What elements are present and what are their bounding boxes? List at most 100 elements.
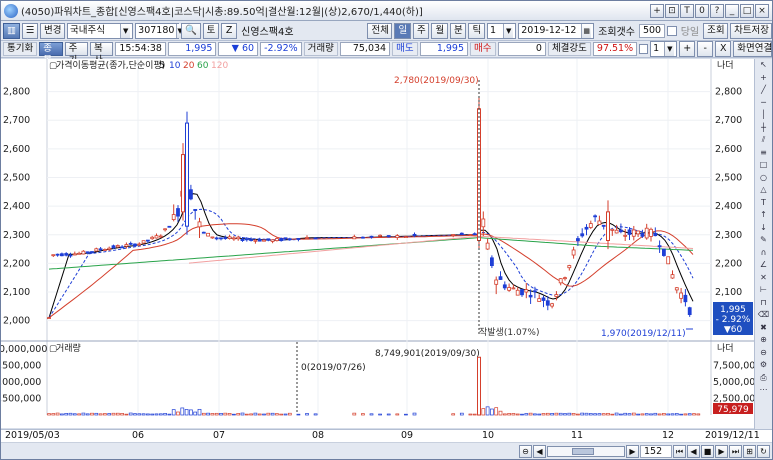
volume-bar-peak [477, 356, 481, 416]
date-input[interactable]: 2019-12-12 ▦ [518, 22, 595, 39]
eraser-icon[interactable]: ⌫ [757, 309, 771, 322]
zoom-out-icon[interactable]: ⊖ [519, 444, 532, 458]
add-icon[interactable]: + [679, 41, 696, 57]
text-icon[interactable]: T [757, 197, 771, 210]
play-back-icon[interactable]: ◀ [687, 444, 700, 458]
candle-body [541, 297, 546, 301]
tab-copy[interactable]: 복사 [89, 42, 114, 66]
screen-link-button[interactable]: 화면연결 [733, 41, 772, 57]
gann-icon[interactable]: ✕ [757, 272, 771, 285]
volume-bar [150, 413, 155, 416]
page-checkbox[interactable] [639, 44, 649, 54]
candle-body [111, 245, 116, 249]
candle-spike-body [185, 122, 189, 227]
magnet-icon[interactable]: ∩ [757, 247, 771, 260]
period-minute-button[interactable]: 분 [449, 22, 467, 39]
lock-icon[interactable]: ⊓ [757, 297, 771, 310]
cursor-icon[interactable]: ↖ [757, 59, 771, 72]
last-icon[interactable]: ⏭ [729, 444, 742, 458]
remove-icon[interactable]: - [697, 41, 714, 57]
scroll-right-icon[interactable]: ▶ [626, 444, 639, 458]
vertical-line-icon[interactable]: │ [757, 109, 771, 122]
search-code-button[interactable]: 🔍 [181, 22, 201, 39]
scroll-left-icon[interactable]: ◀ [533, 444, 546, 458]
sync-icon[interactable]: ⊡ [665, 4, 679, 18]
candle-body [610, 228, 615, 231]
layout-icon[interactable]: ▥ [3, 22, 20, 39]
candle-body [683, 294, 688, 303]
period-tick-button[interactable]: 틱 [468, 22, 485, 39]
help-icon[interactable]: ? [710, 4, 724, 18]
maximize-icon[interactable]: □ [740, 4, 754, 18]
close-screen-button[interactable]: X [715, 41, 732, 57]
cross-line-icon[interactable]: ┼ [757, 122, 771, 135]
fibonacci-icon[interactable]: ≡ [757, 147, 771, 160]
period-all-button[interactable]: 전체 [367, 22, 393, 39]
volume-bar [361, 413, 365, 416]
ruler-icon[interactable]: ⊢ [757, 284, 771, 297]
candle-body [627, 229, 632, 235]
zoom-fit-icon[interactable]: ⊞ [743, 444, 756, 458]
volume-bar [584, 412, 589, 416]
first-icon[interactable]: ⏮ [673, 444, 686, 458]
refresh-icon[interactable]: ↻ [757, 444, 770, 458]
period-week-button[interactable]: 주 [412, 22, 430, 39]
volume-bar [111, 412, 116, 416]
stock-name: 신영스팩4호 [241, 27, 294, 38]
period-day-button[interactable]: 일 [394, 22, 411, 39]
code-input[interactable]: 307180 ▼ [135, 22, 183, 39]
page-select[interactable]: 1 ▼ [650, 41, 678, 57]
btn-a[interactable]: 토 [202, 22, 220, 39]
tab-stock[interactable]: 종목 [39, 42, 63, 66]
rectangle-icon[interactable]: □ [757, 159, 771, 172]
today-checkbox[interactable] [666, 25, 677, 36]
btn-b[interactable]: Z [221, 22, 238, 39]
count-input[interactable]: 500 [638, 23, 665, 38]
arrow-up-icon[interactable]: ↑ [757, 209, 771, 222]
tab-period[interactable]: 주기 [64, 42, 88, 66]
arrow-down-icon[interactable]: ↓ [757, 222, 771, 235]
menu-icon[interactable]: ☰ [21, 22, 38, 39]
chart-area[interactable]: ▢ 가격이동평균(종가,단순이평) 5 10 20 60 120 나더 2,80… [0, 59, 772, 428]
window-controls: + ⊡ T 0 ? _ □ × [650, 4, 769, 18]
minimize-icon[interactable]: _ [725, 4, 739, 18]
price-tick-right: 2,600 [715, 144, 742, 155]
zoom-in-icon[interactable]: ⊕ [757, 334, 771, 347]
print-icon[interactable]: ⎙ [757, 372, 771, 385]
angle-icon[interactable]: ∠ [757, 259, 771, 272]
channel-icon[interactable]: ⫽ [757, 134, 771, 147]
crosshair-icon[interactable]: + [757, 72, 771, 85]
trend-line-icon[interactable]: ╱ [757, 84, 771, 97]
triangle-icon[interactable]: △ [757, 184, 771, 197]
more-icon[interactable]: ⋯ [757, 384, 771, 397]
market-select[interactable]: 국내주식 ▼ [66, 22, 134, 39]
pencil-icon[interactable]: ✎ [757, 234, 771, 247]
candle-body [262, 239, 266, 242]
candle-body [554, 294, 559, 298]
toggle-icon[interactable]: T [680, 4, 694, 18]
candle-body [210, 236, 215, 239]
circle-icon[interactable]: ○ [757, 172, 771, 185]
candle-body [98, 248, 103, 251]
close-icon[interactable]: × [755, 4, 769, 18]
settings-icon[interactable]: ⚙ [757, 359, 771, 372]
scroll-thumb[interactable] [572, 447, 594, 455]
search-button[interactable]: 조회 [703, 22, 729, 39]
bid-label: 매수 [470, 42, 496, 56]
delete-icon[interactable]: ✖ [757, 322, 771, 335]
zoom-value-input[interactable]: 152 [640, 444, 672, 458]
period-month-button[interactable]: 월 [431, 22, 448, 39]
stop-icon[interactable]: ■ [701, 444, 714, 458]
play-icon[interactable]: ▶ [715, 444, 728, 458]
link-icon[interactable]: + [650, 4, 664, 18]
x-label-jun: 06 [132, 430, 145, 441]
mode-button[interactable]: 변경 [40, 22, 65, 39]
save-chart-button[interactable]: 차트저장 [730, 22, 773, 39]
horizontal-line-icon[interactable]: ─ [757, 97, 771, 110]
chart-scrollbar[interactable] [547, 445, 625, 457]
period-value-select[interactable]: 1 ▼ [486, 22, 517, 39]
zoom-out-icon[interactable]: ⊖ [757, 347, 771, 360]
chart-svg[interactable]: ▢ 가격이동평균(종가,단순이평) 5 10 20 60 120 나더 2,80… [0, 59, 761, 428]
info-icon[interactable]: 0 [695, 4, 709, 18]
volume-bar [107, 413, 112, 416]
